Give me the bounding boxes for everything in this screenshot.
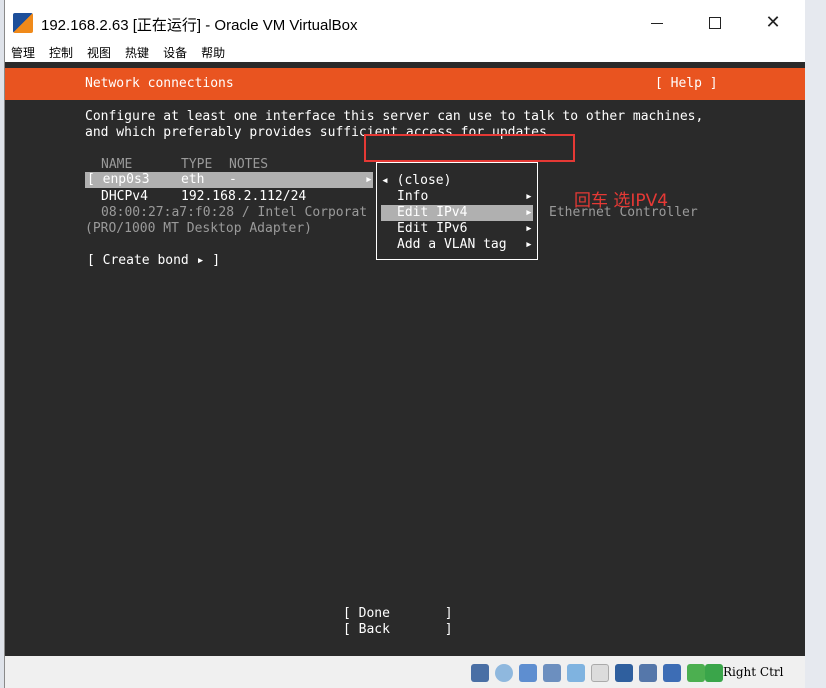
menu-close-item[interactable]: ◂ (close) [381,173,451,189]
screen-icon[interactable] [615,664,633,682]
adapter-line: (PRO/1000 MT Desktop Adapter) [85,221,312,236]
close-button[interactable]: ✕ [751,8,795,38]
header-title: Network connections [85,76,234,91]
status-bar: Right Ctrl [5,656,805,688]
menu-view[interactable]: 视图 [87,44,111,61]
optical-drive-icon[interactable] [495,664,513,682]
arrow-down-icon[interactable] [705,664,723,682]
menu-item-edit-ipv4-arrow-icon: ▸ [525,205,533,220]
menu-item-edit-ipv4-label: Edit IPv4 [397,205,468,220]
close-icon: ✕ [765,12,781,33]
mouse-integration-icon[interactable] [687,664,705,682]
menu-hotkeys[interactable]: 热键 [125,44,149,61]
column-header-notes: NOTES [229,157,269,172]
display-icon[interactable] [591,664,609,682]
desktop-right-edge [804,0,826,688]
ip-address: 192.168.2.112/24 [181,189,307,204]
create-bond-button[interactable]: [ Create bond ▸ ] [87,253,220,269]
interface-notes: - [229,172,237,187]
menu-item-edit-ipv6-arrow-icon: ▸ [525,221,533,236]
maximize-icon [709,17,721,29]
row-arrow-icon: ▸ [365,172,373,187]
annotation-highlight-box [364,134,575,162]
usb-icon[interactable] [519,664,537,682]
column-header-type: TYPE [181,157,213,172]
description-line-1: Configure at least one interface this se… [85,109,704,124]
maximize-button[interactable] [693,8,737,38]
menu-item-edit-ipv4[interactable]: Edit IPv4 ▸ [381,205,533,221]
annotation-text: 回车 选IPV4 [574,191,669,211]
virtualization-icon[interactable] [663,664,681,682]
window-title: 192.168.2.63 [正在运行] - Oracle VM VirtualB… [41,17,358,34]
virtualbox-app-icon [13,13,33,33]
hard-disk-icon[interactable] [471,664,489,682]
network-icon[interactable] [543,664,561,682]
menu-item-info[interactable]: Info [397,189,428,205]
interface-name: [ enp0s3 [87,172,150,187]
done-button[interactable]: [ Done ] [343,606,453,622]
minimize-icon [651,22,663,24]
installer-header: Network connections [ Help ] [5,68,805,100]
mac-address-line: 08:00:27:a7:f0:28 / Intel Corporat [101,205,368,220]
menu-help[interactable]: 帮助 [201,44,225,61]
back-button[interactable]: [ Back ] [343,622,453,638]
menu-bar: 管理 控制 视图 热键 设备 帮助 [5,42,805,62]
title-bar[interactable]: 192.168.2.63 [正在运行] - Oracle VM VirtualB… [5,0,805,42]
interface-action-menu: ◂ (close) Info ▸ Edit IPv4 ▸ Edit IPv6 ▸… [376,162,538,260]
menu-item-info-arrow-icon: ▸ [525,189,533,204]
menu-devices[interactable]: 设备 [163,44,187,61]
menu-item-edit-ipv6[interactable]: Edit IPv6 [397,221,467,237]
menu-item-add-vlan[interactable]: Add a VLAN tag [397,237,507,253]
capture-icon[interactable] [639,664,657,682]
shared-folder-icon[interactable] [567,664,585,682]
menu-manage[interactable]: 管理 [11,44,35,61]
menu-item-add-vlan-arrow-icon: ▸ [525,237,533,252]
host-key-label: Right Ctrl [723,665,784,679]
help-button[interactable]: [ Help ] [655,76,718,92]
interface-type: eth [181,172,205,187]
dhcp-label: DHCPv4 [101,189,148,204]
menu-control[interactable]: 控制 [49,44,73,61]
interface-row-enp0s3[interactable]: [ enp0s3 eth - ▸ [85,172,373,188]
minimize-button[interactable] [635,8,679,38]
virtualbox-window: 192.168.2.63 [正在运行] - Oracle VM VirtualB… [4,0,805,688]
column-header-name: NAME [101,157,133,172]
